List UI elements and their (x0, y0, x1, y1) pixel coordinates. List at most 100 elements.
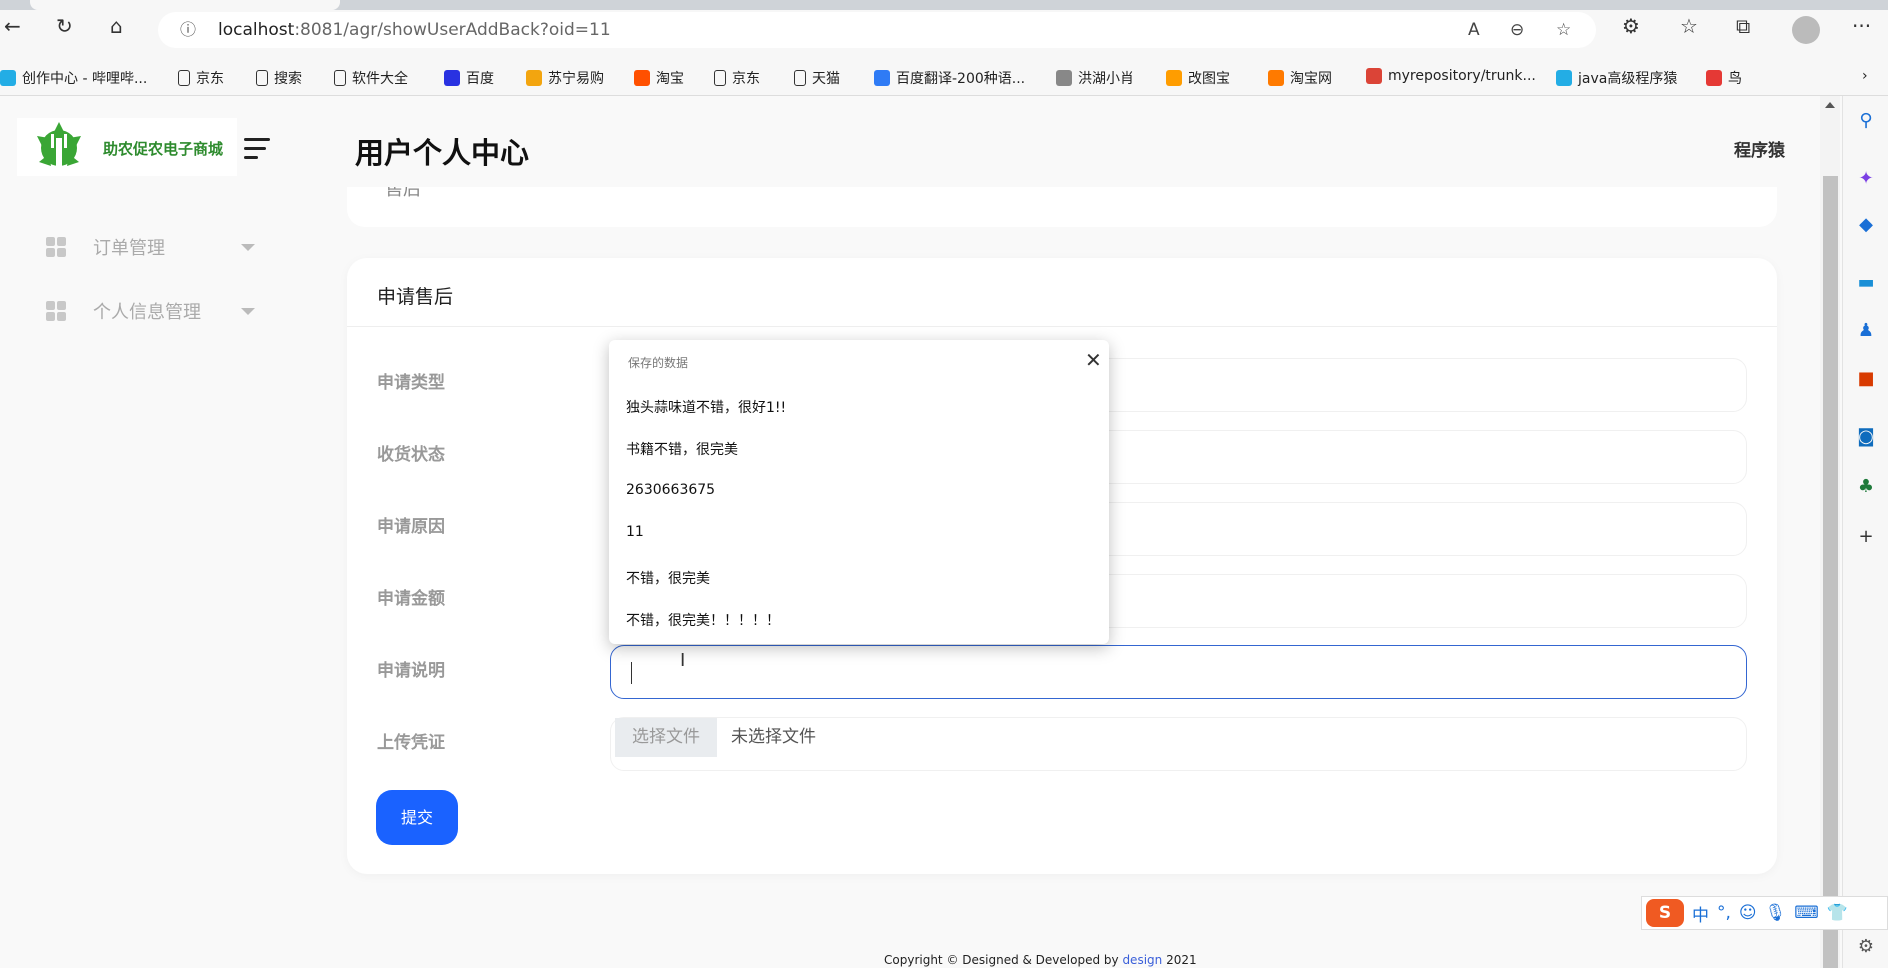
bookmark-item[interactable]: 京东 (178, 68, 224, 88)
footer-link[interactable]: design (1122, 953, 1162, 967)
text-cursor (631, 662, 632, 684)
caret-down-icon (241, 243, 255, 251)
shopping-tag-icon[interactable]: ◆ (1855, 214, 1877, 236)
bird-icon (1706, 70, 1722, 86)
search-icon[interactable]: ⚲ (1855, 110, 1877, 132)
bookmark-label: 创作中心 - 哔哩哔... (22, 71, 148, 87)
skin-icon[interactable]: 👕 (1827, 903, 1848, 923)
tree-icon[interactable]: ♣ (1855, 476, 1877, 498)
address-bar[interactable]: ⓘ localhost:8081/agr/showUserAddBack?oid… (158, 12, 1596, 48)
copilot-sparkle-icon[interactable]: ✦ (1855, 168, 1877, 190)
apply-description-input[interactable] (610, 645, 1747, 699)
outlook-icon[interactable]: ◙ (1855, 426, 1877, 448)
footer-year: 2021 (1162, 953, 1197, 967)
edge-sidebar: ⚲ ✦ ◆ ▬ ♟ ■ ◙ ♣ + ⚙ (1842, 96, 1888, 968)
bookmark-label: 百度翻译-200种语... (896, 71, 1026, 87)
ime-mode[interactable]: 中 (1692, 901, 1709, 926)
sidebar-item-profile[interactable]: 个人信息管理 (46, 298, 255, 324)
taobao-icon (634, 70, 650, 86)
bilibili-icon (0, 70, 16, 86)
read-aloud-icon[interactable]: A (1468, 12, 1480, 48)
close-icon[interactable]: ✕ (1085, 350, 1102, 370)
bookmark-item[interactable]: 创作中心 - 哔哩哔... (0, 68, 147, 88)
bookmark-label: 天猫 (812, 71, 840, 87)
tools-icon[interactable]: ▬ (1855, 272, 1877, 294)
bookmark-label: 洪湖小肖 (1078, 71, 1134, 87)
form-title: 申请售后 (377, 286, 454, 308)
add-icon[interactable]: + (1855, 526, 1877, 548)
autofill-item[interactable]: 不错，很完美 (626, 568, 710, 588)
bookmark-item[interactable]: 搜索 (256, 68, 302, 88)
bookmark-item[interactable]: 苏宁易购 (526, 68, 604, 88)
office-icon[interactable]: ■ (1855, 368, 1877, 390)
ime-punctuation[interactable]: °, (1717, 903, 1731, 923)
bookmark-item[interactable]: 洪湖小肖 (1056, 68, 1134, 88)
profile-avatar[interactable] (1792, 16, 1820, 44)
baidu-icon (444, 70, 460, 86)
keyboard-icon[interactable]: ⌨ (1794, 903, 1819, 923)
zoom-icon[interactable]: ⊖ (1510, 12, 1524, 48)
upload-proof-input[interactable]: 选择文件 未选择文件 (610, 717, 1747, 771)
autofill-item[interactable]: 书籍不错，很完美 (626, 439, 738, 459)
bookmark-item[interactable]: 淘宝网 (1268, 68, 1332, 88)
dashboard-icon (46, 237, 66, 257)
bookmark-label: java高级程序猿 (1578, 71, 1678, 87)
apply-amount-label: 申请金额 (377, 589, 445, 609)
bookmark-item[interactable]: 改图宝 (1166, 68, 1230, 88)
tab-strip (0, 0, 1888, 10)
bookmark-item[interactable]: java高级程序猿 (1556, 68, 1677, 88)
apply-reason-label: 申请原因 (377, 517, 445, 537)
bookmark-item[interactable]: 百度 (444, 68, 494, 88)
extensions-icon[interactable]: ⚙ (1622, 14, 1640, 38)
page-icon (794, 70, 806, 86)
bookmark-label: 淘宝 (656, 71, 684, 87)
browser-toolbar: ← ↻ ⌂ ⓘ localhost:8081/agr/showUserAddBa… (0, 10, 1888, 58)
info-icon[interactable]: ⓘ (180, 12, 196, 48)
autofill-item[interactable]: 11 (626, 524, 644, 540)
bookmark-item[interactable]: 京东 (714, 68, 760, 88)
bookmark-label: 淘宝网 (1290, 71, 1332, 87)
menu-toggle-icon[interactable] (244, 138, 270, 160)
autofill-popup: 保存的数据 ✕ 独头蒜味道不错，很好1!! 书籍不错，很完美 263066367… (609, 340, 1109, 644)
games-icon[interactable]: ♟ (1855, 320, 1877, 342)
favorite-add-icon[interactable]: ☆ (1556, 12, 1571, 48)
leaf-fork-logo-icon (37, 122, 81, 172)
bookmark-label: 苏宁易购 (548, 71, 604, 87)
submit-button[interactable]: 提交 (376, 790, 458, 845)
autofill-item[interactable]: 2630663675 (626, 482, 715, 498)
bookmark-item[interactable]: 软件大全 (334, 68, 408, 88)
user-name[interactable]: 程序猿 (1734, 136, 1785, 161)
choose-file-button[interactable]: 选择文件 (615, 718, 717, 757)
receipt-status-label: 收货状态 (377, 445, 445, 465)
favorites-icon[interactable]: ☆ (1680, 14, 1698, 38)
active-tab[interactable] (30, 0, 340, 10)
autofill-item[interactable]: 不错，很完美！！！！！ (626, 610, 780, 630)
bookmark-item[interactable]: 百度翻译-200种语... (874, 68, 1025, 88)
bookmark-item[interactable]: 天猫 (794, 68, 840, 88)
page-scrollbar[interactable] (1820, 96, 1840, 968)
back-icon[interactable]: ← (4, 14, 21, 38)
page-icon (714, 70, 726, 86)
emoji-icon[interactable]: ☺ (1739, 903, 1757, 923)
more-icon[interactable]: ··· (1852, 14, 1871, 38)
microphone-icon[interactable]: 🎙 (1765, 903, 1787, 923)
bookmark-item[interactable]: myrepository/trunk... (1366, 68, 1536, 84)
gaitubao-icon (1166, 70, 1182, 86)
bookmark-item[interactable]: 鸟 (1706, 68, 1742, 88)
translate-icon (874, 70, 890, 86)
collections-icon[interactable]: ⧉ (1736, 14, 1750, 38)
sidebar-item-orders[interactable]: 订单管理 (46, 234, 255, 260)
reload-icon[interactable]: ↻ (56, 14, 73, 38)
home-icon[interactable]: ⌂ (110, 14, 123, 38)
file-status: 未选择文件 (731, 727, 816, 747)
bookmarks-overflow-icon[interactable]: › (1862, 68, 1868, 84)
bookmark-label: 改图宝 (1188, 71, 1230, 87)
site-logo[interactable]: 助农促农电子商城 (17, 118, 237, 176)
sogou-logo-icon: S (1646, 899, 1684, 927)
scrollbar-thumb[interactable] (1823, 176, 1838, 968)
scroll-up-icon[interactable] (1825, 102, 1835, 108)
bookmark-item[interactable]: 淘宝 (634, 68, 684, 88)
previous-card: 售后 (347, 187, 1777, 227)
settings-icon[interactable]: ⚙ (1855, 936, 1877, 958)
autofill-item[interactable]: 独头蒜味道不错，很好1!! (626, 397, 786, 417)
